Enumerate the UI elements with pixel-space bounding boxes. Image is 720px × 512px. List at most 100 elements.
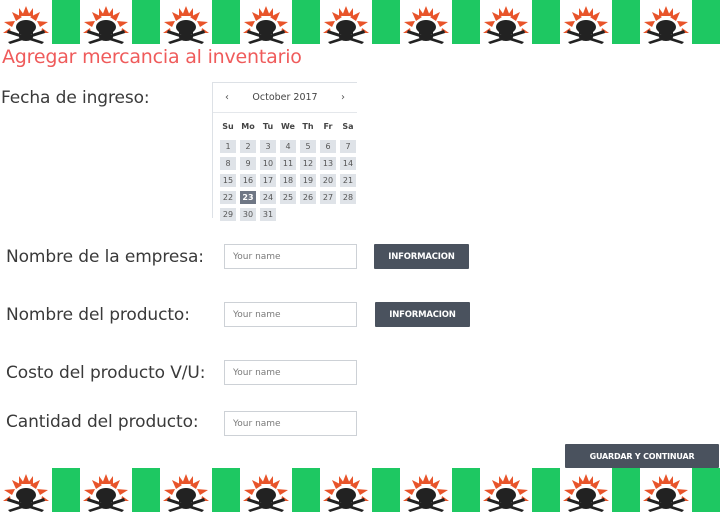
chef-logo-icon xyxy=(160,468,212,512)
calendar-day[interactable]: 26 xyxy=(300,191,316,204)
chef-logo-icon xyxy=(563,474,609,512)
green-stripe xyxy=(372,0,400,44)
chef-logo-icon xyxy=(640,468,692,512)
page-title: Agregar mercancia al inventario xyxy=(2,46,302,68)
calendar-day[interactable]: 6 xyxy=(320,140,336,153)
calendar-day[interactable]: 5 xyxy=(300,140,316,153)
chef-logo-icon xyxy=(560,0,612,44)
green-stripe xyxy=(692,0,720,44)
green-stripe xyxy=(612,0,640,44)
banner-tile xyxy=(400,0,480,44)
chef-logo-icon xyxy=(320,468,372,512)
calendar-day[interactable]: 22 xyxy=(220,191,236,204)
calendar-day[interactable]: 29 xyxy=(220,208,236,221)
calendar-day[interactable]: 9 xyxy=(240,157,256,170)
calendar-day[interactable]: 10 xyxy=(260,157,276,170)
cantidad-input[interactable] xyxy=(224,411,357,436)
date-picker[interactable]: ‹ October 2017 › Su Mo Tu We Th Fr Sa 1 2 3 4 5 6 7 8 9… xyxy=(212,82,357,221)
chef-logo-icon xyxy=(403,6,449,44)
calendar-day[interactable]: 16 xyxy=(240,174,256,187)
calendar-day[interactable]: 8 xyxy=(220,157,236,170)
green-stripe xyxy=(532,468,560,512)
calendar-day[interactable]: 7 xyxy=(340,140,356,153)
chef-logo-icon xyxy=(320,0,372,44)
chef-logo-icon xyxy=(480,468,532,512)
banner-tile xyxy=(80,0,160,44)
next-month-icon[interactable]: › xyxy=(337,92,349,103)
calendar-day[interactable]: 13 xyxy=(320,157,336,170)
chef-logo-icon xyxy=(83,6,129,44)
green-stripe xyxy=(52,0,80,44)
calendar-day[interactable]: 12 xyxy=(300,157,316,170)
banner-tile xyxy=(320,468,400,512)
chef-logo-icon xyxy=(160,0,212,44)
producto-info-button[interactable]: INFORMACION xyxy=(375,302,470,327)
green-stripe xyxy=(132,468,160,512)
calendar-grid: Su Mo Tu We Th Fr Sa 1 2 3 4 5 6 7 8 9 10 11 12 13 14 15 16 17 1… xyxy=(213,113,357,223)
green-stripe xyxy=(692,468,720,512)
chef-logo-icon xyxy=(243,6,289,44)
chef-logo-icon xyxy=(243,474,289,512)
calendar-day[interactable]: 1 xyxy=(220,140,236,153)
calendar-day[interactable]: 19 xyxy=(300,174,316,187)
chef-logo-icon xyxy=(643,6,689,44)
cantidad-label: Cantidad del producto: xyxy=(6,412,199,432)
calendar-day[interactable]: 24 xyxy=(260,191,276,204)
chef-logo-icon xyxy=(400,0,452,44)
producto-input[interactable] xyxy=(224,302,357,327)
calendar-day[interactable]: 21 xyxy=(340,174,356,187)
chef-logo-icon xyxy=(163,474,209,512)
calendar-day[interactable]: 27 xyxy=(320,191,336,204)
calendar-day[interactable]: 25 xyxy=(280,191,296,204)
banner-tile xyxy=(560,468,640,512)
fecha-label: Fecha de ingreso: xyxy=(1,88,150,108)
chef-logo-icon xyxy=(3,6,49,44)
prev-month-icon[interactable]: ‹ xyxy=(221,92,233,103)
calendar-day[interactable]: 4 xyxy=(280,140,296,153)
green-stripe xyxy=(212,0,240,44)
chef-logo-icon xyxy=(323,474,369,512)
weekday-header: Fr xyxy=(323,122,333,131)
chef-logo-icon xyxy=(560,468,612,512)
calendar-day[interactable]: 11 xyxy=(280,157,296,170)
chef-logo-icon xyxy=(3,474,49,512)
calendar-day[interactable]: 17 xyxy=(260,174,276,187)
calendar-day[interactable]: 18 xyxy=(280,174,296,187)
calendar-day[interactable]: 28 xyxy=(340,191,356,204)
chef-logo-icon xyxy=(483,6,529,44)
chef-logo-icon xyxy=(0,0,52,44)
calendar-day[interactable]: 30 xyxy=(240,208,256,221)
banner-tile xyxy=(0,0,80,44)
banner-tile xyxy=(160,0,240,44)
producto-label: Nombre del producto: xyxy=(6,305,190,325)
chef-logo-icon xyxy=(480,0,532,44)
calendar-header: ‹ October 2017 › xyxy=(213,83,357,113)
weekday-header: Th xyxy=(302,122,314,131)
calendar-month-label: October 2017 xyxy=(252,92,318,103)
costo-input[interactable] xyxy=(224,360,357,385)
chef-logo-icon xyxy=(563,6,609,44)
chef-logo-icon xyxy=(240,0,292,44)
guardar-continuar-button[interactable]: GUARDAR Y CONTINUAR xyxy=(565,444,719,468)
calendar-day[interactable]: 20 xyxy=(320,174,336,187)
calendar-day[interactable]: 15 xyxy=(220,174,236,187)
calendar-day[interactable]: 3 xyxy=(260,140,276,153)
chef-logo-icon xyxy=(483,474,529,512)
chef-logo-icon xyxy=(240,468,292,512)
empresa-label: Nombre de la empresa: xyxy=(6,247,204,267)
costo-label: Costo del producto V/U: xyxy=(6,363,206,383)
calendar-day[interactable]: 14 xyxy=(340,157,356,170)
banner-tile xyxy=(640,468,720,512)
green-stripe xyxy=(372,468,400,512)
calendar-day-selected[interactable]: 23 xyxy=(240,191,256,204)
green-stripe xyxy=(452,468,480,512)
green-stripe xyxy=(292,468,320,512)
weekday-header: Su xyxy=(222,122,234,131)
empresa-info-button[interactable]: INFORMACION xyxy=(374,244,469,269)
weekday-header: We xyxy=(281,122,295,131)
calendar-day[interactable]: 2 xyxy=(240,140,256,153)
chef-logo-icon xyxy=(80,468,132,512)
empresa-input[interactable] xyxy=(224,244,357,269)
calendar-day[interactable]: 31 xyxy=(260,208,276,221)
green-stripe xyxy=(532,0,560,44)
